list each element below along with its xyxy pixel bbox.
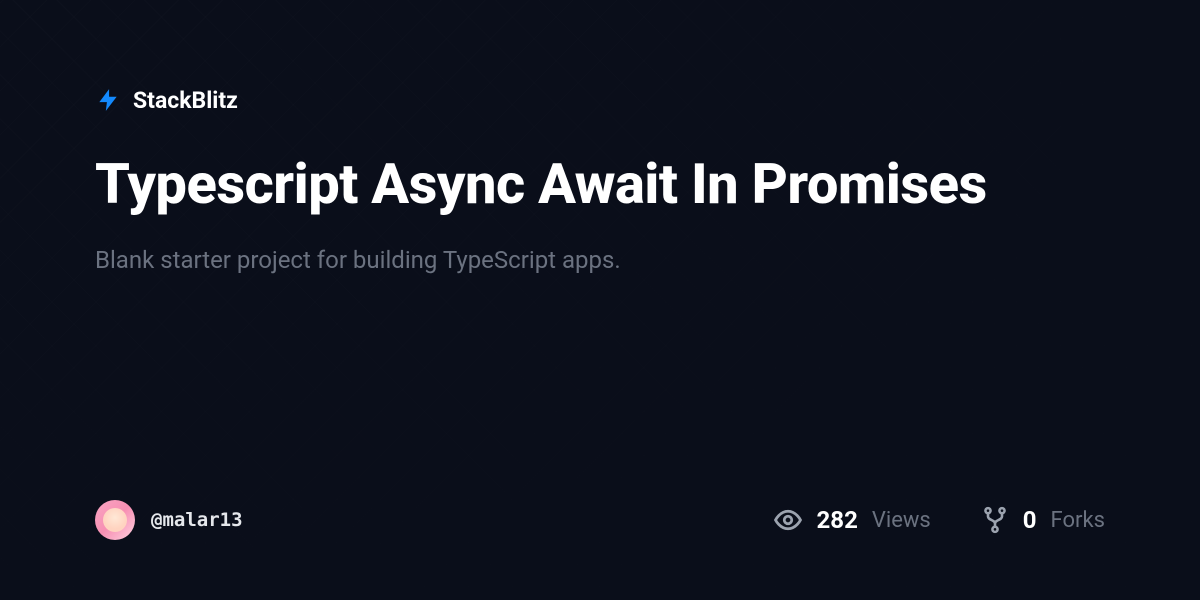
brand-row: StackBlitz bbox=[95, 85, 1105, 115]
forks-label: Forks bbox=[1051, 508, 1105, 533]
views-label: Views bbox=[872, 508, 931, 533]
stats-block: 282 Views 0 Forks bbox=[773, 505, 1105, 535]
project-title: Typescript Async Await In Promises bbox=[95, 153, 995, 216]
footer-row: @malar13 282 Views bbox=[95, 500, 1105, 540]
forks-stat: 0 Forks bbox=[981, 506, 1105, 534]
views-count: 282 bbox=[817, 506, 858, 534]
views-stat: 282 Views bbox=[773, 505, 931, 535]
avatar bbox=[95, 500, 135, 540]
forks-count: 0 bbox=[1023, 506, 1037, 534]
author-block: @malar13 bbox=[95, 500, 243, 540]
card-container: StackBlitz Typescript Async Await In Pro… bbox=[0, 0, 1200, 600]
bolt-icon bbox=[95, 85, 121, 115]
fork-icon bbox=[981, 506, 1009, 534]
author-username: @malar13 bbox=[151, 509, 243, 531]
project-description: Blank starter project for building TypeS… bbox=[95, 244, 1105, 278]
brand-name: StackBlitz bbox=[133, 87, 238, 114]
eye-icon bbox=[773, 505, 803, 535]
